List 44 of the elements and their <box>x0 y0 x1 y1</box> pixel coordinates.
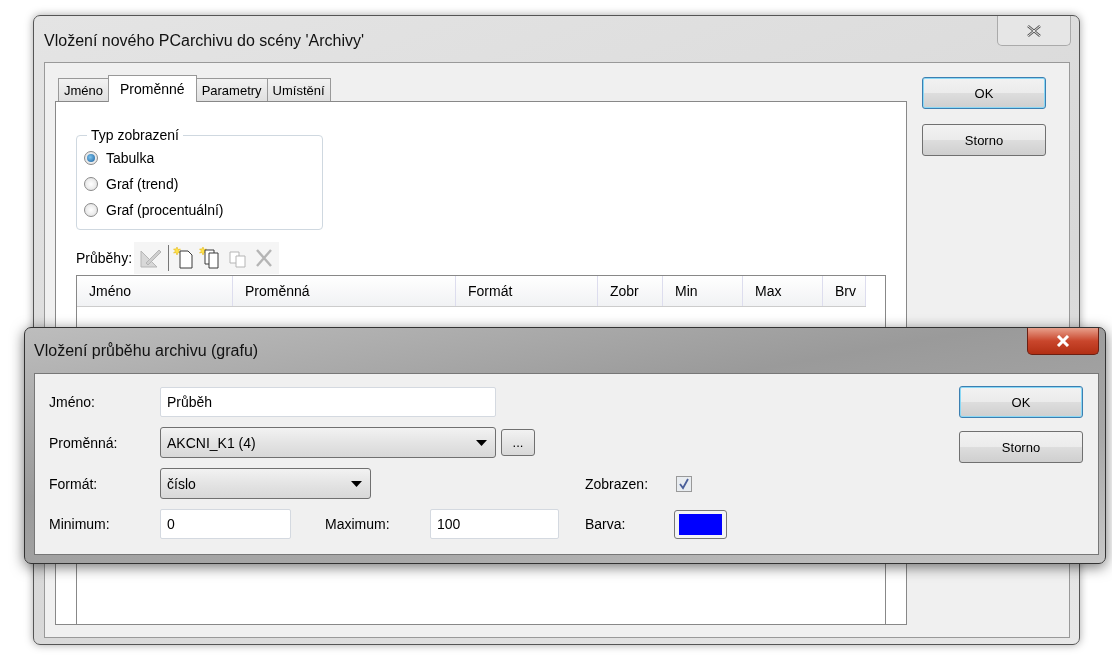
minimum-label: Minimum: <box>49 516 111 532</box>
variable-dropdown[interactable]: AKCNI_K1 (4) <box>160 427 496 458</box>
window-title: Vložení průběhu archivu (grafu) <box>34 342 260 360</box>
column-header[interactable]: Max <box>743 276 823 306</box>
new-document-icon[interactable] <box>173 246 196 270</box>
radio-label[interactable]: Tabulka <box>106 150 155 166</box>
dropdown-arrow-icon[interactable] <box>351 480 362 487</box>
radio-label[interactable]: Graf (trend) <box>106 176 179 192</box>
ok-button[interactable]: OK <box>959 386 1083 418</box>
ok-button[interactable]: OK <box>922 77 1046 109</box>
close-icon <box>1026 24 1042 37</box>
tab[interactable]: Umístění <box>266 78 331 101</box>
radio-button[interactable] <box>84 151 98 165</box>
name-label: Jméno: <box>49 394 96 410</box>
tab[interactable]: Proměnné <box>108 75 197 102</box>
close-button[interactable] <box>1027 328 1099 355</box>
name-field[interactable]: Průběh <box>160 387 496 417</box>
variable-label: Proměnná: <box>49 434 119 451</box>
group-label: Typ zobrazení <box>90 127 180 143</box>
maximum-field[interactable]: 100 <box>430 509 559 539</box>
radio-button[interactable] <box>84 177 98 191</box>
column-header[interactable]: Zobr <box>598 276 663 306</box>
browse-button[interactable]: ... <box>501 429 535 456</box>
column-header[interactable]: Min <box>663 276 743 306</box>
column-header[interactable]: Brv <box>823 276 866 306</box>
curves-label: Průběhy: <box>76 250 133 266</box>
column-header[interactable]: Jméno <box>77 276 233 306</box>
format-dropdown[interactable]: číslo <box>160 468 371 499</box>
radio-button[interactable] <box>84 203 98 217</box>
tab[interactable]: Parametry <box>195 78 268 101</box>
radio-label[interactable]: Graf (procentuální) <box>106 202 224 218</box>
cancel-button[interactable]: Storno <box>922 124 1046 156</box>
maximum-label: Maximum: <box>325 516 391 532</box>
shown-label: Zobrazen: <box>585 475 650 492</box>
dropdown-arrow-icon[interactable] <box>476 439 487 446</box>
column-header[interactable]: Formát <box>456 276 598 306</box>
color-label: Barva: <box>585 516 627 532</box>
format-label: Formát: <box>49 475 99 492</box>
close-icon <box>1056 335 1070 347</box>
column-header[interactable]: Proměnná <box>233 276 456 306</box>
cancel-button[interactable]: Storno <box>959 431 1083 463</box>
minimum-field[interactable]: 0 <box>160 509 291 539</box>
tab[interactable]: Jméno <box>58 78 110 101</box>
window-title: Vložení nového PCarchivu do scény 'Archivy' <box>44 32 366 50</box>
